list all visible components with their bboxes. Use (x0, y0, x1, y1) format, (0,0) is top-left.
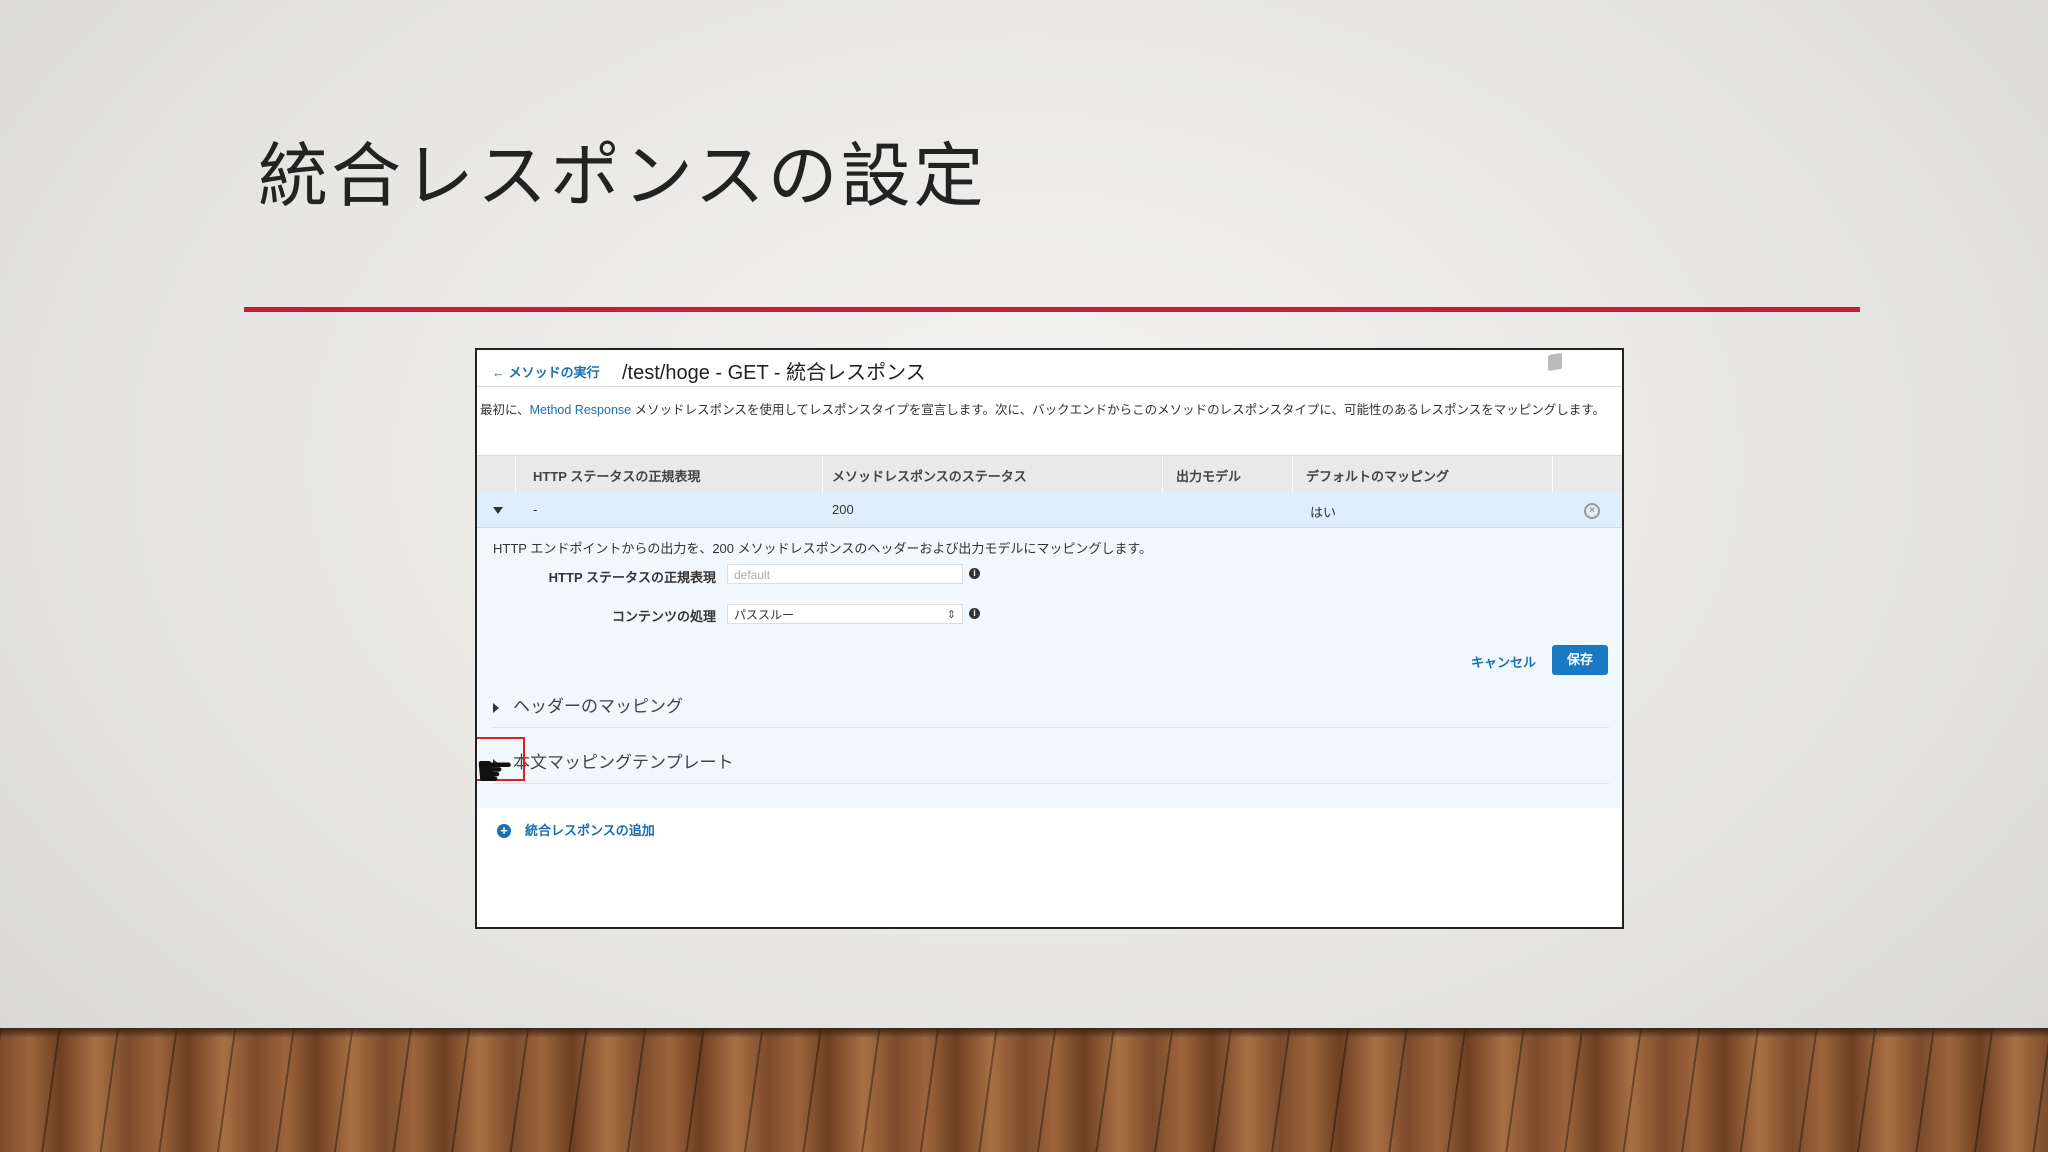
detail-description: HTTP エンドポイントからの出力を、200 メソッドレスポンスのヘッダーおよび… (493, 541, 1153, 556)
header-mapping-section[interactable]: ヘッダーのマッピング (493, 692, 683, 717)
info-icon[interactable]: i (969, 568, 980, 579)
plus-icon: + (497, 824, 511, 838)
expand-caret-icon[interactable] (493, 702, 499, 713)
table-header: HTTP ステータスの正規表現 メソッドレスポンスのステータス 出力モデル デフ… (477, 455, 1622, 494)
hand-pointer-icon: ☛ (475, 747, 515, 796)
api-gateway-screenshot: ← メソッドの実行 /test/hoge - GET - 統合レスポンス 最初に… (475, 348, 1624, 929)
collapse-caret-icon[interactable] (493, 507, 503, 514)
intro-suffix: メソッドレスポンスを使用してレスポンスタイプを宣言します。次に、バックエンドから… (631, 403, 1605, 417)
screenshot-header: ← メソッドの実行 /test/hoge - GET - 統合レスポンス (477, 350, 1622, 387)
intro-text: 最初に、Method Response メソッドレスポンスを使用してレスポンスタ… (480, 400, 1620, 420)
column-divider (822, 456, 823, 493)
col-header-output-model: 出力モデル (1176, 469, 1242, 484)
response-detail-panel: HTTP エンドポイントからの出力を、200 メソッドレスポンスのヘッダーおよび… (477, 528, 1622, 808)
cell-method-status: 200 (832, 502, 854, 517)
add-integration-response-label: 統合レスポンスの追加 (525, 823, 655, 838)
remove-icon[interactable]: × (1584, 503, 1600, 519)
column-divider (1292, 456, 1293, 493)
info-icon[interactable]: i (969, 608, 980, 619)
slide-title: 統合レスポンスの設定 (258, 135, 987, 217)
cell-regex: - (533, 502, 538, 517)
book-icon[interactable] (1548, 352, 1562, 372)
select-arrows-icon: ⇕ (946, 609, 956, 621)
section-divider (493, 727, 1609, 728)
cancel-button[interactable]: キャンセル (1471, 652, 1536, 671)
intro-prefix: 最初に、 (480, 403, 530, 417)
add-integration-response-link[interactable]: + 統合レスポンスの追加 (497, 820, 655, 839)
column-divider (515, 456, 516, 493)
back-to-method-execution-link[interactable]: ← メソッドの実行 (492, 362, 600, 381)
header-mapping-label: ヘッダーのマッピング (513, 697, 683, 716)
col-header-method-status: メソッドレスポンスのステータス (832, 469, 1027, 484)
content-handling-label: コンテンツの処理 (611, 609, 716, 624)
content-handling-select[interactable]: パススルー ⇕ (727, 604, 963, 624)
column-divider (1162, 456, 1163, 493)
table-row[interactable]: - 200 はい × (477, 493, 1622, 528)
regex-field-label: HTTP ステータスの正規表現 (548, 570, 716, 585)
title-divider (244, 307, 1860, 312)
content-handling-value: パススルー (734, 608, 795, 622)
body-mapping-template-section[interactable]: 本文マッピングテンプレート (493, 748, 734, 773)
regex-input[interactable]: default (727, 564, 963, 584)
col-header-default-mapping: デフォルトのマッピング (1306, 469, 1450, 484)
body-template-label: 本文マッピングテンプレート (513, 753, 734, 772)
method-response-link[interactable]: Method Response (530, 403, 631, 417)
cell-default-mapping: はい (1310, 505, 1337, 520)
column-divider (1552, 456, 1553, 493)
save-button[interactable]: 保存 (1552, 645, 1608, 675)
section-divider (493, 783, 1609, 784)
wooden-floor-decoration (0, 1028, 2048, 1152)
col-header-regex: HTTP ステータスの正規表現 (533, 469, 701, 484)
page-heading: /test/hoge - GET - 統合レスポンス (622, 362, 926, 384)
